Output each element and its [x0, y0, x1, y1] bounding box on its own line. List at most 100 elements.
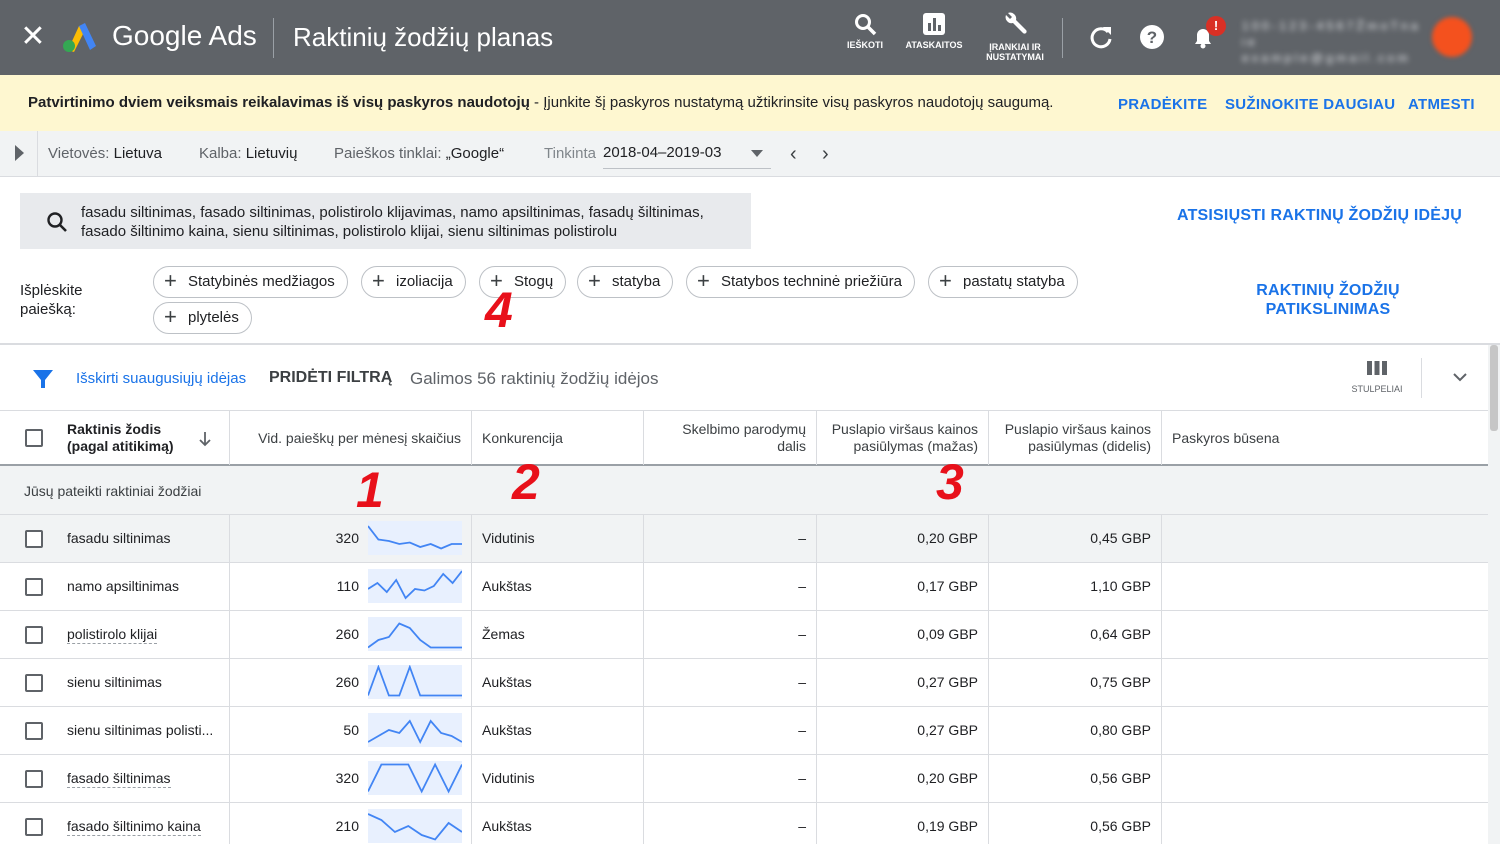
header-keyword[interactable]: Raktinis žodis (pagal atitikimą) — [0, 411, 230, 465]
trend-sparkline[interactable] — [368, 809, 462, 843]
chip-label: statyba — [612, 273, 661, 290]
next-period-button[interactable]: › — [822, 144, 829, 164]
header-account-status[interactable]: Paskyros būsena — [1162, 411, 1488, 465]
table-row[interactable]: sienu siltinimas 260 Aukštas – 0,27 GBP 0,75 … — [0, 659, 1488, 707]
language-label: Kalba: — [199, 145, 242, 162]
refresh-icon[interactable] — [1088, 24, 1114, 50]
keyword-text[interactable]: sienu siltinimas — [67, 674, 162, 690]
banner-text: - Įjunkite šį paskyros nustatymą užtikri… — [529, 94, 1054, 111]
trend-sparkline[interactable] — [368, 665, 462, 699]
banner-start-button[interactable]: PRADĖKITE — [1118, 96, 1207, 113]
top-bid-low-value: 0,19 GBP — [917, 818, 978, 834]
language-filter[interactable]: Kalba: Lietuvių — [199, 145, 297, 162]
header-competition[interactable]: Konkurencija — [472, 411, 644, 465]
close-icon[interactable]: ✕ — [20, 22, 46, 52]
scrollbar-thumb[interactable] — [1490, 345, 1498, 431]
search-query-line2: fasado šiltinimo kaina, sienu siltinimas… — [81, 223, 618, 240]
location-filter[interactable]: Vietovės: Lietuva — [48, 145, 162, 162]
search-tool-button[interactable]: IEŠKOTI — [842, 12, 888, 50]
exclude-adult-ideas-link[interactable]: Išskirti suaugusiųjų idėjas — [76, 370, 246, 387]
chip-plyteles[interactable]: + plytelės — [153, 302, 252, 334]
chip-label: pastatų statyba — [963, 273, 1065, 290]
chip-statybines-medziagos[interactable]: + Statybinės medžiagos — [153, 266, 348, 298]
expand-filters-toggle[interactable] — [0, 131, 38, 177]
previous-period-button[interactable]: ‹ — [790, 144, 797, 164]
header-account-status-label: Paskyros būsena — [1172, 429, 1280, 446]
table-row[interactable]: fasadu siltinimas 320 Vidutinis – 0,20 GBP 0,… — [0, 515, 1488, 563]
location-value: Lietuva — [113, 145, 162, 162]
keyword-text[interactable]: namo apsiltinimas — [67, 578, 179, 594]
header-top-bid-high[interactable]: Puslapio viršaus kainos pasiūlymas (dide… — [989, 411, 1162, 465]
chip-label: Statybos techninė priežiūra — [721, 273, 902, 290]
keyword-text[interactable]: fasadu siltinimas — [67, 530, 171, 546]
table-row[interactable]: fasado šiltinimo kaina 210 Aukštas – 0,19 GB… — [0, 803, 1488, 844]
top-bid-low-value: 0,20 GBP — [917, 530, 978, 546]
header-avg-searches-label: Vid. paieškų per mėnesį skaičius — [258, 429, 461, 446]
chevron-down-icon[interactable] — [1451, 368, 1469, 386]
table-row[interactable]: fasado šiltinimas 320 Vidutinis – 0,20 GBP 0,… — [0, 755, 1488, 803]
banner-learn-more-button[interactable]: SUŽINOKITE DAUGIAU — [1225, 96, 1395, 113]
header-keyword-line1: Raktinis žodis — [67, 421, 162, 437]
security-banner: Patvirtinimo dviem veiksmais reikalavima… — [0, 75, 1500, 131]
account-info[interactable]: 1 0 0 - 1 2 3 - 4 5 6 7 Ž m o T n a i e … — [1242, 18, 1422, 65]
network-value: „Google“ — [445, 145, 505, 162]
table-row[interactable]: polistirolo klijai 260 Žemas – 0,09 GBP 0,64 … — [0, 611, 1488, 659]
trend-sparkline[interactable] — [368, 521, 462, 555]
date-range-select[interactable]: 2018-04–2019-03 — [603, 143, 771, 169]
competition-value: Vidutinis — [482, 770, 535, 786]
keyword-search-input[interactable]: fasadu siltinimas, fasado siltinimas, po… — [20, 193, 751, 249]
plus-icon: + — [939, 268, 952, 293]
table-row[interactable]: sienu siltinimas polisti... 50 Aukštas – 0,2… — [0, 707, 1488, 755]
top-bid-low-value: 0,17 GBP — [917, 578, 978, 594]
top-bid-high-value: 0,80 GBP — [1090, 722, 1151, 738]
trend-sparkline[interactable] — [368, 569, 462, 603]
add-filter-button[interactable]: PRIDĖTI FILTRĄ — [269, 369, 392, 387]
network-filter[interactable]: Paieškos tinklai: „Google“ — [334, 145, 504, 162]
chip-statyba[interactable]: + statyba — [577, 266, 674, 298]
header-avg-searches[interactable]: Vid. paieškų per mėnesį skaičius — [230, 411, 472, 465]
competition-value-cell: Aukštas — [472, 803, 644, 844]
competition-value-cell: Aukštas — [472, 659, 644, 706]
table-row[interactable]: namo apsiltinimas 110 Aukštas – 0,17 GBP 1,10… — [0, 563, 1488, 611]
avatar[interactable] — [1432, 17, 1472, 57]
filter-icon[interactable] — [32, 368, 54, 390]
trend-sparkline[interactable] — [368, 713, 462, 747]
columns-label: STULPELIAI — [1351, 384, 1403, 394]
trend-sparkline[interactable] — [368, 617, 462, 651]
keyword-text-cell: fasado šiltinimas — [0, 755, 230, 802]
keyword-text-cell: fasado šiltinimo kaina — [0, 803, 230, 844]
refine-keywords-button[interactable]: RAKTINIŲ ŽODŽIŲ PATIKSLINIMAS — [1240, 281, 1416, 319]
chip-statybos-technine-prieziura[interactable]: + Statybos techninė priežiūra — [686, 266, 915, 298]
header-impression-share[interactable]: Skelbimo parodymų dalis — [644, 411, 817, 465]
help-icon[interactable]: ? — [1139, 24, 1165, 50]
chip-label: izoliacija — [396, 273, 453, 290]
account-status-cell — [1162, 803, 1488, 844]
location-label: Vietovės: — [48, 145, 110, 162]
banner-dismiss-button[interactable]: ATMESTI — [1408, 96, 1475, 113]
download-ideas-button[interactable]: ATSISIŲSTI RAKTINŲ ŽODŽIŲ IDĖJŲ — [1177, 207, 1462, 225]
columns-button[interactable]: STULPELIAI — [1344, 360, 1410, 394]
avg-searches-value: 210 — [335, 818, 359, 834]
banner-bold-text: Patvirtinimo dviem veiksmais reikalavima… — [28, 94, 530, 111]
account-status-cell — [1162, 659, 1488, 706]
keyword-text[interactable]: sienu siltinimas polisti... — [67, 722, 213, 738]
google-ads-logo — [63, 23, 96, 52]
keyword-text[interactable]: polistirolo klijai — [67, 626, 158, 644]
keyword-text-cell: sienu siltinimas polisti... — [0, 707, 230, 754]
keyword-text[interactable]: fasado šiltinimo kaina — [67, 818, 201, 836]
tools-settings-button[interactable]: ĮRANKIAI IR NUSTATYMAI — [980, 12, 1050, 62]
top-bid-high-value: 0,56 GBP — [1090, 818, 1151, 834]
top-bid-low-value-cell: 0,20 GBP — [817, 755, 989, 802]
impression-share-value-cell: – — [644, 515, 817, 562]
trend-sparkline[interactable] — [368, 761, 462, 795]
avg-searches-value: 110 — [336, 578, 359, 594]
table-header: Raktinis žodis (pagal atitikimą) Vid. pa… — [0, 410, 1488, 466]
notification-badge: ! — [1206, 16, 1226, 36]
reports-tool-button[interactable]: ATASKAITOS — [900, 12, 968, 50]
chip-pastatu-statyba[interactable]: + pastatų statyba — [928, 266, 1078, 298]
svg-text:?: ? — [1147, 28, 1157, 47]
chip-izoliacija[interactable]: + izoliacija — [361, 266, 466, 298]
impression-share-value: – — [798, 530, 806, 546]
keyword-text[interactable]: fasado šiltinimas — [67, 770, 171, 788]
sort-arrow-down-icon — [199, 432, 211, 447]
